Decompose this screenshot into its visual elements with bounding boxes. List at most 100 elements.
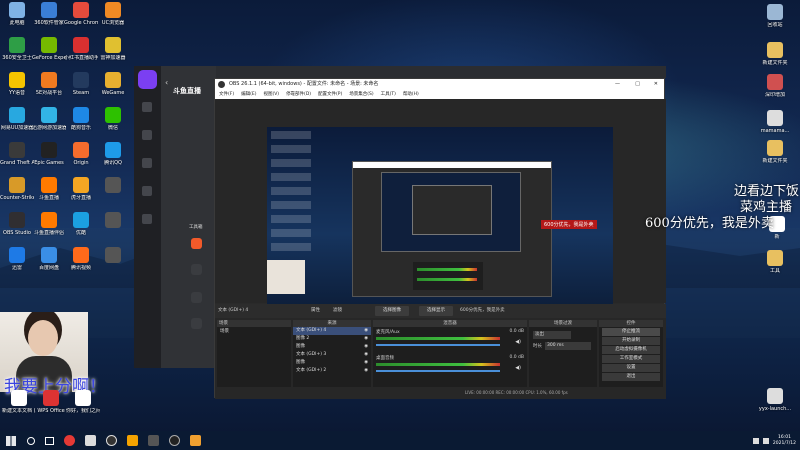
control-button[interactable]: 开始录制 — [602, 337, 660, 345]
douyu-nav-item[interactable] — [142, 214, 152, 224]
desktop-doc-icon[interactable]: WPS Office — [34, 390, 68, 414]
douyu-back-icon[interactable]: ‹ — [165, 78, 168, 87]
obs-menu-item[interactable]: 帮助(H) — [403, 90, 419, 99]
desktop-app-icon[interactable]: Origin — [64, 142, 98, 166]
taskbar-app-folder-icon[interactable] — [190, 435, 201, 446]
desktop-app-icon[interactable]: 微信 — [96, 107, 130, 131]
desktop-app-icon[interactable]: 此电脑 — [0, 2, 34, 26]
desktop-app-icon[interactable]: Google Chrome — [64, 2, 98, 26]
desktop-file-icon[interactable]: 工具 — [758, 250, 792, 274]
task-view-icon[interactable] — [45, 436, 54, 445]
desktop-file-icon[interactable]: 深印增加 — [758, 74, 792, 98]
desktop-file-icon[interactable]: 回收站 — [758, 4, 792, 28]
douyu-tool-icon-3[interactable] — [191, 292, 202, 303]
desktop-app-icon[interactable]: YY语音 — [0, 72, 34, 96]
obs-menu-item[interactable]: 编辑(E) — [241, 90, 256, 99]
desktop-app-icon[interactable]: 迅雷 — [0, 247, 34, 271]
duration-input[interactable]: 300 ms — [545, 342, 591, 350]
source-item[interactable]: 图像 ◉ — [293, 359, 371, 367]
minimize-icon[interactable]: — — [615, 79, 620, 90]
scene-item[interactable]: 场景 — [217, 327, 291, 335]
filter-button[interactable]: 滤镜 — [333, 307, 342, 313]
desktop-app-icon[interactable]: 网易UU加速器 — [0, 107, 34, 131]
transition-select[interactable]: 淡出 — [533, 331, 571, 339]
obs-menu-item[interactable]: 停靠部件(D) — [286, 90, 311, 99]
obs-menu-item[interactable]: 配置文件(P) — [318, 90, 342, 99]
eye-icon[interactable]: ◉ — [364, 367, 368, 375]
source-item[interactable]: 文本 (GDI+) 4 ◉ — [293, 327, 371, 335]
desktop-app-icon[interactable]: 腾讯QQ — [96, 142, 130, 166]
desktop-app-icon[interactable]: 小红书直播助手 — [64, 37, 98, 61]
source-item[interactable]: 图像 2 ◉ — [293, 335, 371, 343]
desktop-app-icon[interactable] — [96, 247, 130, 265]
desktop-doc-icon[interactable]: 新建文本文档 (3) — [2, 390, 36, 414]
obs-menu-item[interactable]: 工具(T) — [381, 90, 396, 99]
obs-scene-canvas[interactable]: 600分优先，我是外卖 — [267, 127, 613, 322]
desktop-app-icon[interactable]: 迅游网游加速器 — [32, 107, 66, 131]
douyu-nav-item[interactable] — [142, 102, 152, 112]
source-item[interactable]: 文本 (GDI+) 2 ◉ — [293, 367, 371, 375]
eye-icon[interactable]: ◉ — [364, 343, 368, 351]
desktop-app-icon[interactable]: OBS Studio — [0, 212, 34, 236]
obs-menu-item[interactable]: 视图(V) — [263, 90, 279, 99]
desktop-file-icon[interactable]: yyx-launch... — [758, 388, 792, 412]
taskbar-app-obs-active-icon[interactable] — [169, 435, 180, 446]
taskbar-app-gta-icon[interactable] — [127, 435, 138, 446]
douyu-tool-icon-4[interactable] — [191, 318, 202, 329]
desktop-app-icon[interactable]: Steam — [64, 72, 98, 96]
desktop-app-icon[interactable]: Epic Games — [32, 142, 66, 166]
douyu-tool-icon-1[interactable] — [191, 238, 202, 249]
desktop-app-icon[interactable]: Counter-Strike Global Off... — [0, 177, 34, 201]
douyu-tool-icon-2[interactable] — [191, 264, 202, 275]
eye-icon[interactable]: ◉ — [364, 335, 368, 343]
eye-icon[interactable]: ◉ — [364, 351, 368, 359]
desktop-app-icon[interactable]: 腾讯视频 — [64, 247, 98, 271]
desktop-app-icon[interactable]: 斗鱼直播 — [32, 177, 66, 201]
douyu-logo-icon[interactable] — [138, 70, 157, 89]
volume-slider[interactable] — [376, 344, 500, 346]
volume-icon[interactable] — [762, 437, 769, 444]
douyu-nav-item[interactable] — [142, 158, 152, 168]
volume-slider[interactable] — [376, 370, 500, 372]
desktop-app-icon[interactable]: 虎牙直播 — [64, 177, 98, 201]
desktop-doc-icon[interactable]: 你好，我们之间的对话... — [66, 390, 100, 414]
desktop-app-icon[interactable]: 酷狗音乐 — [64, 107, 98, 131]
search-icon[interactable] — [27, 436, 35, 445]
maximize-icon[interactable]: □ — [635, 79, 640, 90]
control-button[interactable]: 退出 — [602, 373, 660, 381]
douyu-nav-item[interactable] — [142, 186, 152, 196]
desktop-app-icon[interactable]: 雷神加速器 — [96, 37, 130, 61]
desktop-file-icon[interactable]: 新建文件夹 — [758, 42, 792, 66]
speaker-icon[interactable]: ◀) — [515, 365, 521, 371]
taskbar-app-obs-icon[interactable] — [106, 435, 117, 446]
speaker-icon[interactable]: ◀) — [515, 339, 521, 345]
control-button[interactable]: 设置 — [602, 364, 660, 372]
desktop-app-icon[interactable]: WeGame — [96, 72, 130, 96]
desktop-app-icon[interactable]: GeForce Experience — [32, 37, 66, 61]
obs-menu-item[interactable]: 文件(F) — [219, 90, 234, 99]
desktop-app-icon[interactable]: 5E对战平台 — [32, 72, 66, 96]
start-icon[interactable] — [6, 435, 16, 446]
douyu-nav-item[interactable] — [142, 130, 152, 140]
clock[interactable]: 16:01 2021/7/12 — [773, 435, 796, 447]
obs-preview-area[interactable]: 600分优先，我是外卖 — [215, 99, 666, 322]
select-image-button[interactable]: 选择图像 — [375, 306, 409, 316]
desktop-app-icon[interactable]: UC浏览器 — [96, 2, 130, 26]
properties-button[interactable]: 属性 — [311, 307, 320, 313]
control-button[interactable]: 启动虚拟摄像机 — [602, 346, 660, 354]
desktop-file-icon[interactable]: mamama... — [758, 110, 792, 134]
desktop-app-icon[interactable] — [96, 177, 130, 195]
control-button[interactable]: 停止推流 — [602, 328, 660, 336]
desktop-app-icon[interactable]: 斗鱼直播伴侣 — [32, 212, 66, 236]
eye-icon[interactable]: ◉ — [364, 327, 368, 335]
desktop-app-icon[interactable]: 360安全卫士 — [0, 37, 34, 61]
source-item[interactable]: 图像 ◉ — [293, 343, 371, 351]
desktop-app-icon[interactable]: 百度网盘 — [32, 247, 66, 271]
select-display-button[interactable]: 选择显示 — [419, 306, 453, 316]
obs-menu-item[interactable]: 场景集合(S) — [349, 90, 373, 99]
desktop-app-icon[interactable]: Grand Theft Auto V — [0, 142, 34, 166]
source-item[interactable]: 文本 (GDI+) 3 ◉ — [293, 351, 371, 359]
eye-icon[interactable]: ◉ — [364, 359, 368, 367]
network-icon[interactable] — [752, 437, 759, 444]
taskbar-app-douyu-icon[interactable] — [64, 435, 75, 446]
